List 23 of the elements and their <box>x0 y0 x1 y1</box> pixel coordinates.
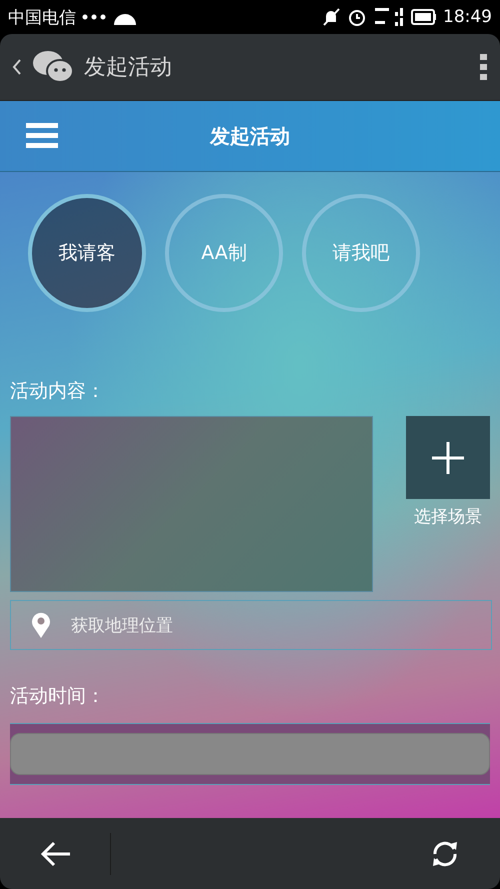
alarm-icon <box>347 7 367 27</box>
page-title: 发起活动 <box>210 122 290 150</box>
carrier-name: 中国电信 <box>8 6 76 28</box>
content-input-field[interactable] <box>10 416 373 592</box>
scene-label: 选择场景 <box>414 506 482 528</box>
back-chevron-icon[interactable] <box>12 58 22 76</box>
location-button[interactable]: 获取地理位置 <box>10 600 492 650</box>
more-dots-icon <box>82 14 106 20</box>
time-label: 活动时间： <box>10 684 106 709</box>
add-scene-button[interactable] <box>406 416 490 499</box>
app-bar-title: 发起活动 <box>84 54 172 82</box>
clock-time: 18:49 <box>443 7 492 27</box>
back-arrow-icon[interactable] <box>40 840 72 868</box>
plus-icon <box>430 440 466 476</box>
overflow-menu-icon[interactable] <box>478 53 488 81</box>
content-label: 活动内容： <box>10 379 106 404</box>
battery-icon <box>411 9 437 25</box>
payment-option[interactable]: AA制 <box>165 194 283 312</box>
payment-option[interactable]: 请我吧 <box>302 194 420 312</box>
time-input-field[interactable] <box>10 733 490 775</box>
muted-bell-icon <box>321 7 341 27</box>
payment-option[interactable]: 我请客 <box>28 194 146 312</box>
location-pin-icon <box>31 612 51 638</box>
